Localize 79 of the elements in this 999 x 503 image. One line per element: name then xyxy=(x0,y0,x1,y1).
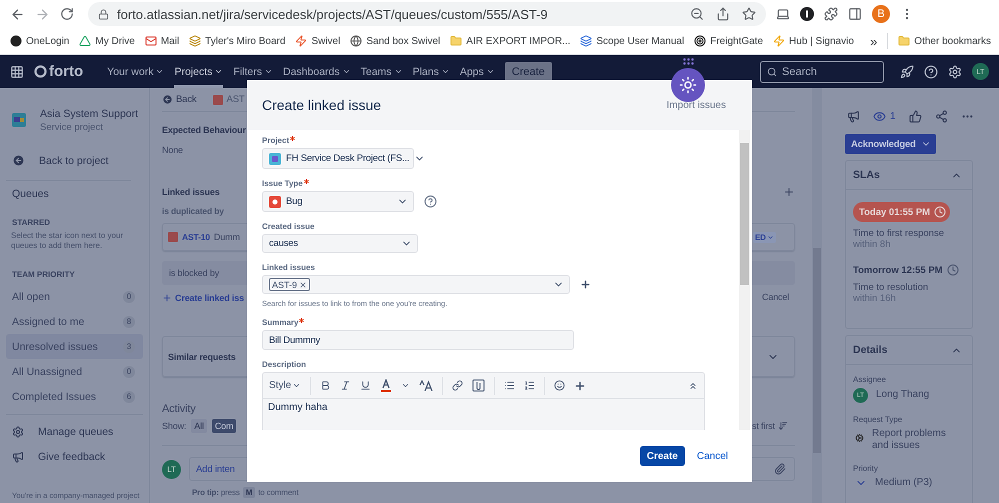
bookmark[interactable]: My Drive xyxy=(79,35,135,47)
bookmark[interactable]: AIR EXPORT IMPOR... xyxy=(450,35,570,47)
bookmark-folder[interactable]: Other bookmarks xyxy=(898,35,991,47)
field-label: Issue Type xyxy=(262,179,752,188)
field-label: Assignee xyxy=(853,375,887,384)
cancel-button[interactable]: Cancel xyxy=(692,450,732,462)
issue-summary: Dumm xyxy=(214,232,240,242)
field-label: Expected Behaviour xyxy=(162,125,246,135)
bookmark[interactable]: Sand box Swivel xyxy=(350,35,440,47)
sla-name: Time to first response xyxy=(853,228,945,239)
queue-count: 0 xyxy=(123,290,135,302)
sla-name: Time to resolution xyxy=(853,282,930,293)
assignee-name: Long Thang xyxy=(876,389,930,401)
back-to-project-link[interactable]: Back to project xyxy=(6,148,143,173)
field-label: Priority xyxy=(853,464,879,473)
more-bookmarks[interactable]: » xyxy=(870,34,878,48)
field-label: Linked issues xyxy=(262,263,316,272)
description-text: Dummy haha xyxy=(267,401,328,415)
search-field[interactable]: Search xyxy=(760,60,884,82)
starred-hint: Select the star icon next to your queues to add them here. xyxy=(10,231,124,251)
bookmark[interactable]: Hub | Signavio xyxy=(773,35,854,47)
issue-tag: AST-9 xyxy=(269,278,310,291)
nav-menu[interactable]: Dashboards xyxy=(283,55,351,88)
nav-menu[interactable]: Plans xyxy=(412,55,450,88)
bookmark[interactable]: OneLogin xyxy=(10,35,70,47)
request-type: Report problems and issues xyxy=(872,428,947,452)
style-dropdown[interactable]: Style xyxy=(269,380,302,391)
section-heading: Activity xyxy=(162,403,196,415)
multi-select-field[interactable]: AST-9 xyxy=(262,275,570,294)
back-button[interactable]: Back xyxy=(162,94,197,105)
bookmark[interactable]: Scope User Manual xyxy=(580,35,684,47)
section-heading: Linked issues xyxy=(162,187,220,197)
nav-menu[interactable]: Teams xyxy=(360,55,403,88)
card-heading: Details xyxy=(853,344,888,356)
logo[interactable]: forto xyxy=(34,63,84,80)
project-type: Service project xyxy=(40,122,104,133)
bookmark[interactable]: FreightGate xyxy=(694,35,764,47)
import-issues-link[interactable]: Import issues xyxy=(666,100,726,110)
keyboard-key: M xyxy=(242,486,256,498)
filter-tab[interactable]: Com xyxy=(212,419,236,433)
sidebar-link[interactable]: Manage queues xyxy=(6,419,143,444)
select-field[interactable]: causes xyxy=(262,234,418,253)
field-label: Request Type xyxy=(853,415,904,424)
field-label: Description xyxy=(262,360,308,369)
dialog-title: Create linked issue xyxy=(262,97,382,113)
section-heading: STARRED xyxy=(11,218,52,227)
field-value: None xyxy=(162,145,183,155)
queue-count: 3 xyxy=(123,340,135,352)
sidebar-link[interactable]: Give feedback xyxy=(6,444,143,469)
pro-tip-text: Pro tip: press xyxy=(192,488,240,496)
address-bar[interactable]: forto.atlassian.net/jira/servicedesk/projects/AST/queues/custom/555/AST-9 xyxy=(88,2,766,26)
nav-menu[interactable]: Filters xyxy=(233,55,273,88)
description-editor[interactable]: Style Dummy haha xyxy=(262,372,705,430)
status-button[interactable]: Acknowledged xyxy=(845,134,936,154)
field-label: Created issue xyxy=(262,222,316,231)
pro-tip-text: to comment xyxy=(258,488,298,496)
summary-field[interactable]: Bill Dummny xyxy=(262,330,574,350)
bookmark[interactable]: Tyler's Miro Board xyxy=(189,35,286,47)
show-label: Show: xyxy=(162,421,186,431)
create-button[interactable]: Create xyxy=(640,446,685,466)
bookmark[interactable]: Swivel xyxy=(295,35,340,47)
queue-count: 6 xyxy=(123,390,135,402)
link-relation: is duplicated by xyxy=(162,206,224,216)
sla-time: Tomorrow 12:55 PM xyxy=(853,264,959,276)
field-label: Project xyxy=(262,136,752,145)
select-field[interactable]: Bug xyxy=(262,191,414,212)
sla-time: Today 01:55 PM xyxy=(853,202,950,222)
queues-heading: Queues xyxy=(11,188,50,200)
queue-count: 8 xyxy=(123,316,135,328)
bookmark[interactable]: Mail xyxy=(144,35,180,47)
nav-menu[interactable]: Your work xyxy=(107,55,164,88)
nav-menu[interactable]: Apps xyxy=(460,55,495,88)
field-label: Summary xyxy=(262,318,752,327)
section-heading: TEAM PRIORITY xyxy=(11,270,76,279)
priority-value: Medium (P3) xyxy=(875,477,932,489)
queue-count: 0 xyxy=(123,366,135,378)
project-name: Asia System Support xyxy=(40,108,138,120)
card-heading: SLAs xyxy=(853,169,880,181)
nav-menu[interactable]: Projects xyxy=(174,55,224,88)
